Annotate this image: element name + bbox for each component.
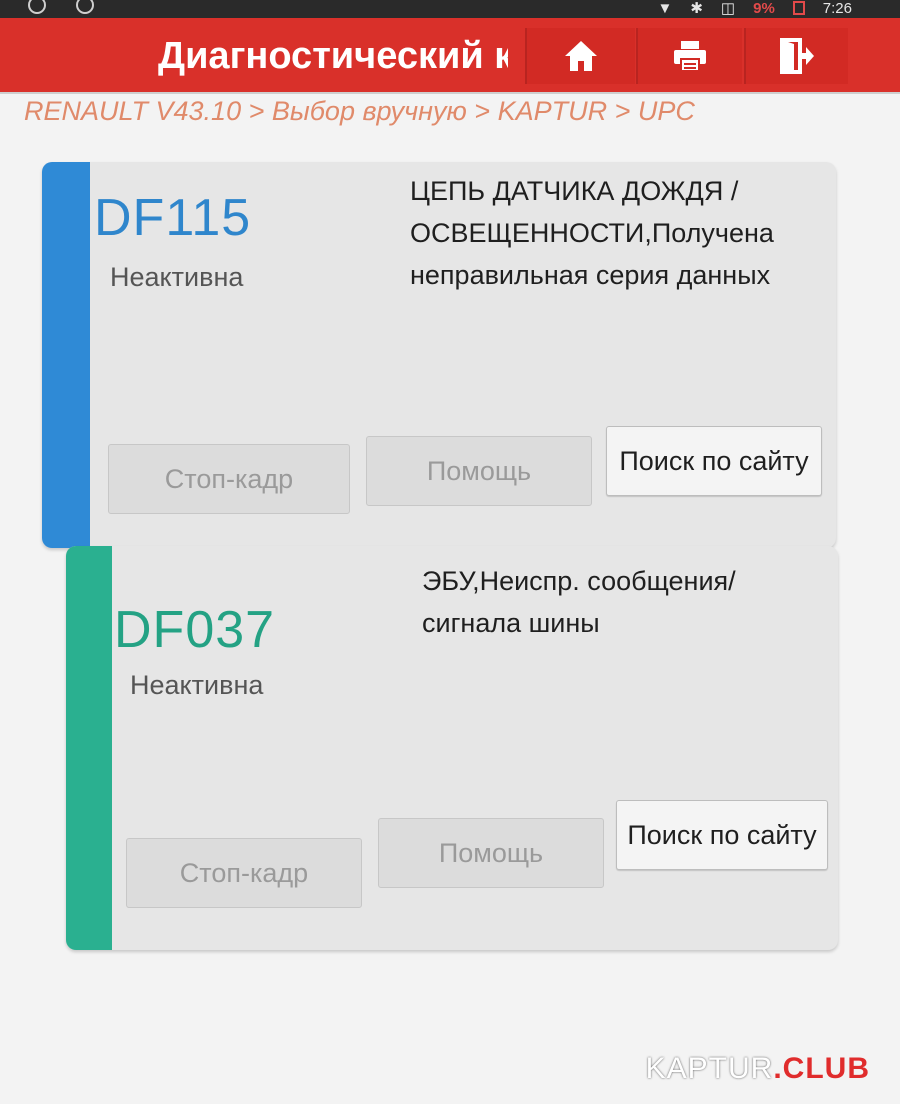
exit-icon (780, 38, 814, 74)
bluetooth-icon: ✱ (690, 0, 703, 17)
watermark-part-1: KAPTUR (645, 1052, 774, 1085)
dtc-code: DF115 (94, 189, 252, 247)
battery-icon (792, 1, 805, 15)
battery-percent: 9% (753, 0, 775, 17)
print-icon (674, 41, 706, 72)
home-button[interactable] (525, 28, 635, 84)
print-button[interactable] (636, 28, 742, 84)
status-indicators: ▼ ✱ ◫ 9% 7:26 (657, 0, 852, 17)
help-button[interactable]: Помощь (366, 436, 592, 506)
status-notifications (28, 0, 94, 14)
dtc-code: DF037 (114, 601, 276, 659)
app-header: Диагностический к (0, 18, 900, 92)
card-accent-bar (66, 546, 112, 950)
help-button[interactable]: Помощь (378, 818, 604, 888)
exit-button[interactable] (744, 28, 848, 84)
freeze-frame-button[interactable]: Стоп-кадр (126, 838, 362, 908)
freeze-frame-button[interactable]: Стоп-кадр (108, 444, 350, 514)
clock: 7:26 (822, 0, 852, 17)
dtc-card: DF037 Неактивна ЭБУ,Неиспр. сообщения/ с… (66, 546, 838, 950)
page-title: Диагностический к (158, 35, 508, 77)
site-search-button[interactable]: Поиск по сайту (616, 800, 828, 870)
app-screen: ▼ ✱ ◫ 9% 7:26 Диагностический к RENAULT … (0, 0, 900, 1104)
watermark-part-2: .CLUB (773, 1052, 870, 1085)
notification-icon (28, 0, 46, 14)
status-bar: ▼ ✱ ◫ 9% 7:26 (0, 0, 900, 18)
dtc-description: ЦЕПЬ ДАТЧИКА ДОЖДЯ / ОСВЕЩЕННОСТИ,Получе… (410, 176, 774, 290)
dtc-description: ЭБУ,Неиспр. сообщения/ сигнала шины (422, 566, 736, 638)
dtc-status: Неактивна (130, 670, 264, 700)
watermark: KAPTUR.CLUB (646, 1052, 870, 1086)
breadcrumb: RENAULT V43.10 > Выбор вручную > KAPTUR … (24, 96, 695, 126)
wifi-icon: ▼ (657, 0, 673, 17)
card-accent-bar (42, 162, 90, 548)
signal-icon: ◫ (720, 0, 736, 17)
home-icon (565, 41, 597, 71)
dtc-card: DF115 Неактивна ЦЕПЬ ДАТЧИКА ДОЖДЯ / ОСВ… (42, 162, 836, 548)
site-search-button[interactable]: Поиск по сайту (606, 426, 822, 496)
notification-icon-2 (76, 0, 94, 14)
dtc-status: Неактивна (110, 262, 244, 292)
